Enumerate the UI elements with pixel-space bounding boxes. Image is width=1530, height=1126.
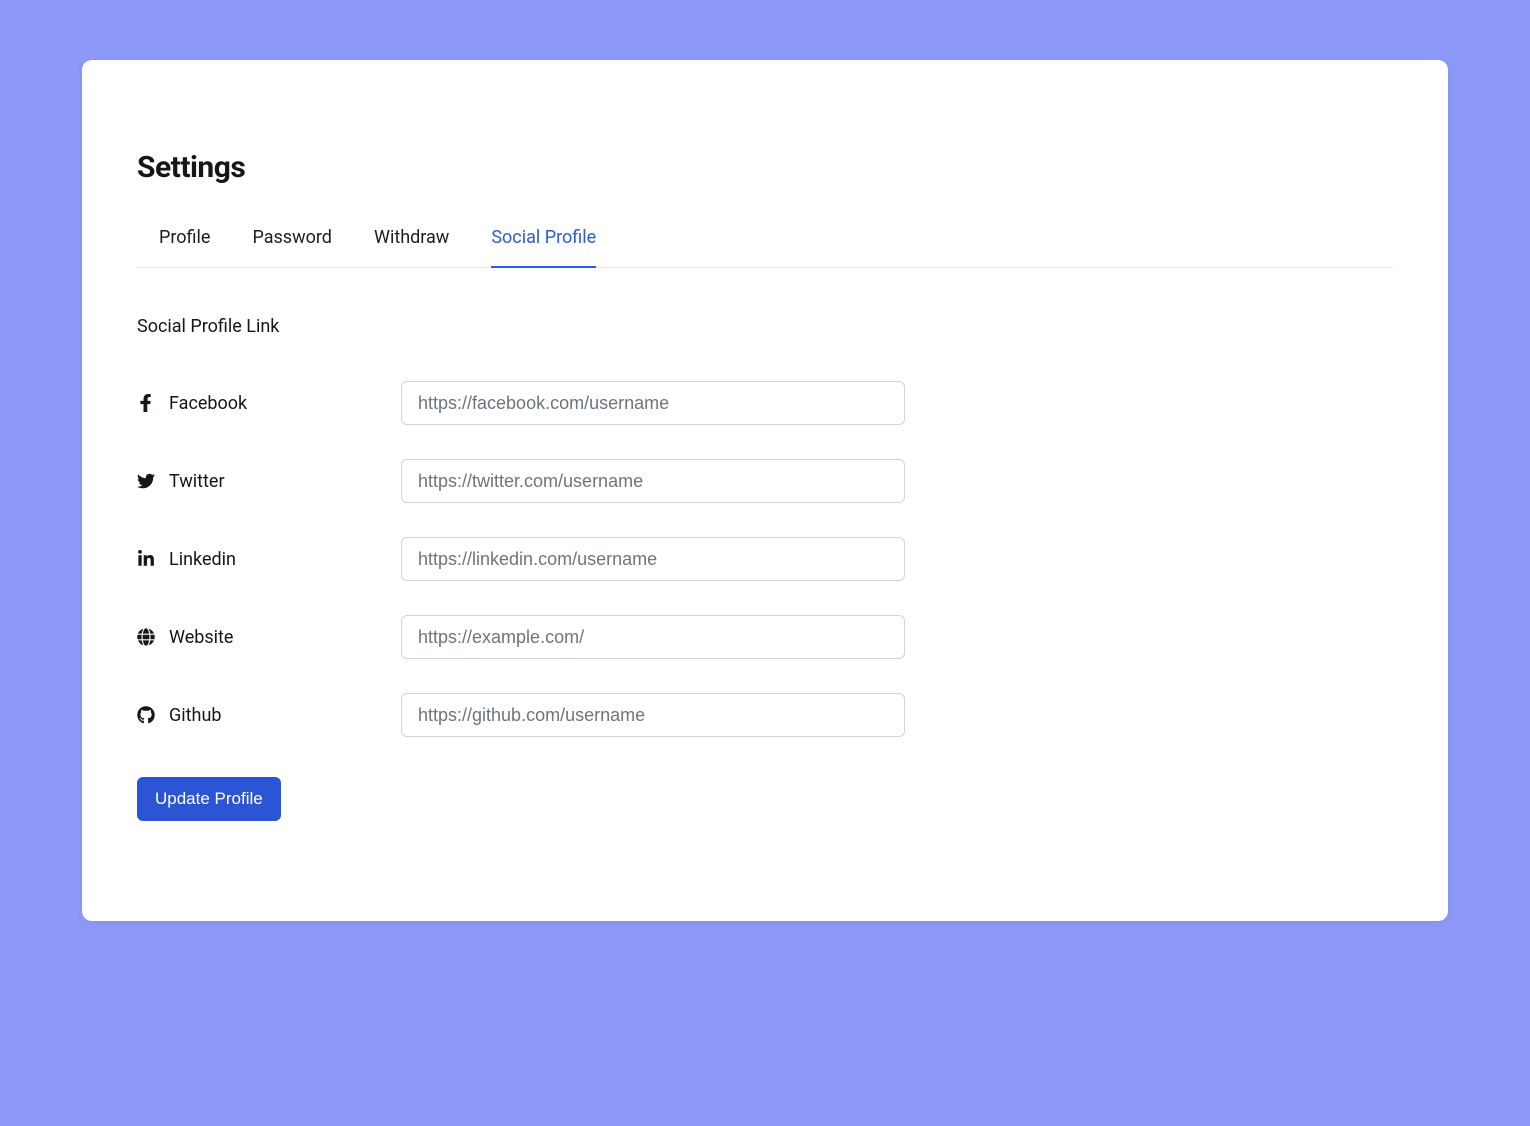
tab-social-profile[interactable]: Social Profile [491, 227, 596, 268]
section-title: Social Profile Link [137, 316, 1393, 337]
facebook-label-text: Facebook [169, 393, 247, 414]
update-profile-button[interactable]: Update Profile [137, 777, 281, 821]
settings-card: Settings Profile Password Withdraw Socia… [82, 60, 1448, 921]
facebook-row: Facebook [137, 381, 1393, 425]
page-title: Settings [137, 150, 1393, 185]
website-label: Website [137, 627, 401, 648]
facebook-input[interactable] [401, 381, 905, 425]
tab-password[interactable]: Password [252, 227, 332, 268]
twitter-label-text: Twitter [169, 471, 225, 492]
globe-icon [137, 628, 155, 646]
linkedin-row: Linkedin [137, 537, 1393, 581]
facebook-icon [137, 394, 155, 412]
tab-withdraw[interactable]: Withdraw [374, 227, 449, 268]
twitter-label: Twitter [137, 471, 401, 492]
github-label-text: Github [169, 705, 221, 726]
website-input[interactable] [401, 615, 905, 659]
github-label: Github [137, 705, 401, 726]
facebook-label: Facebook [137, 393, 401, 414]
linkedin-input[interactable] [401, 537, 905, 581]
linkedin-label-text: Linkedin [169, 549, 236, 570]
linkedin-icon [137, 550, 155, 568]
linkedin-label: Linkedin [137, 549, 401, 570]
website-row: Website [137, 615, 1393, 659]
github-input[interactable] [401, 693, 905, 737]
github-row: Github [137, 693, 1393, 737]
settings-tabs: Profile Password Withdraw Social Profile [137, 227, 1393, 268]
twitter-input[interactable] [401, 459, 905, 503]
github-icon [137, 706, 155, 724]
twitter-icon [137, 472, 155, 490]
website-label-text: Website [169, 627, 233, 648]
tab-profile[interactable]: Profile [159, 227, 210, 268]
twitter-row: Twitter [137, 459, 1393, 503]
